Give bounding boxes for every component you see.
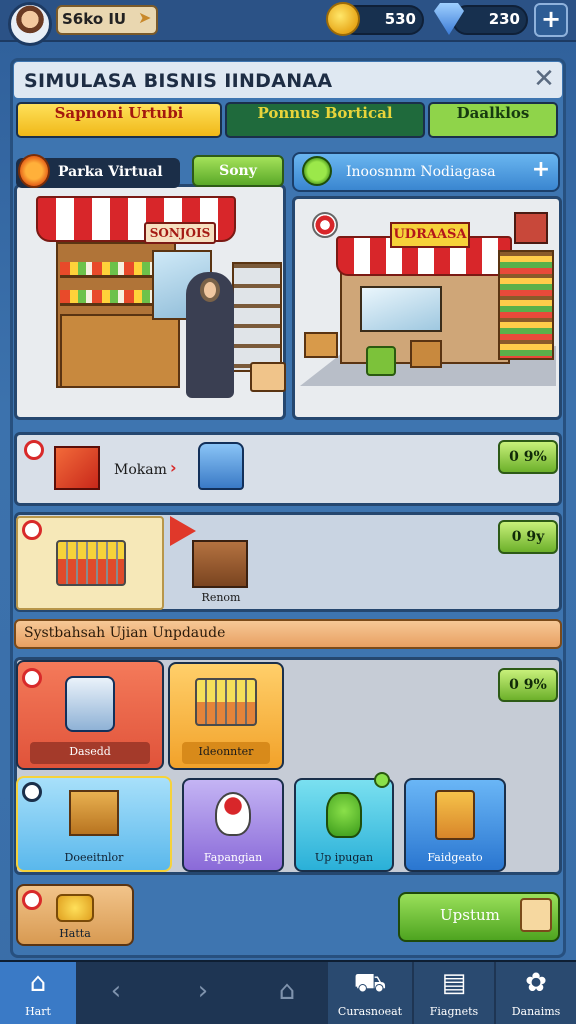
tab-1[interactable]: Sapnoni Urtubi — [16, 102, 222, 138]
vendor-face — [200, 278, 220, 302]
nav-label: Hart — [25, 1005, 51, 1018]
arrow-left-icon: ‹ — [110, 976, 122, 1006]
progress-percent: 0 9% — [498, 668, 558, 702]
nav-home[interactable]: ⌂ Hart — [0, 962, 76, 1024]
produce-crate — [410, 340, 442, 368]
nav-label: Fiagnets — [429, 1005, 479, 1018]
stall-sign: SONJOIS — [144, 222, 216, 244]
player-name: S6ko IU — [62, 10, 127, 28]
store-sign: UDRAASA — [390, 222, 470, 248]
bread-icon — [56, 894, 94, 922]
notification-dot — [374, 772, 390, 788]
nav-house[interactable]: ⌂ — [248, 962, 326, 1024]
basket-icon — [250, 362, 286, 392]
stall-action-button[interactable]: Sony — [192, 155, 284, 187]
row-badge — [24, 440, 44, 460]
arrow-right-icon: › — [170, 458, 177, 477]
gem-value: 230 — [488, 10, 520, 28]
shopping-cart-icon — [195, 678, 257, 726]
panel-title: SIMULASA BISNIS IINDANAA — [24, 70, 333, 92]
upgrade-button-label: Upstum — [440, 906, 500, 924]
produce-crate — [304, 332, 338, 358]
home-icon: ⌂ — [29, 968, 47, 998]
tile-label: Dasedd — [30, 742, 150, 764]
tile-label: Doeeitnlor — [64, 851, 124, 864]
produce-rack — [232, 262, 282, 372]
upgrade-banner-text: Systbahsah Ujian Unpdaude — [24, 625, 226, 641]
add-store-button[interactable]: + — [528, 158, 554, 184]
tile-badge — [22, 782, 42, 802]
tile-label: Up ipugan — [314, 851, 374, 864]
row-label: Mokam — [114, 462, 167, 478]
machine-icon — [65, 676, 115, 732]
crate-label: Renom — [201, 591, 241, 604]
player-arrow-icon[interactable]: ➤ — [138, 8, 154, 30]
smiley-icon — [302, 156, 332, 186]
crate-icon — [192, 540, 248, 588]
house-outline-icon: ⌂ — [278, 976, 296, 1006]
nav-achievements[interactable]: ✿ Danaims — [496, 962, 576, 1024]
stall-counter — [60, 314, 180, 388]
barrel-icon — [366, 346, 396, 376]
tile-label: Ideonnter — [182, 742, 270, 764]
store-window — [360, 286, 442, 332]
nav-back[interactable]: ‹ — [78, 962, 154, 1024]
truck-icon: ⛟ — [353, 968, 387, 998]
shopping-cart-icon — [56, 540, 126, 586]
gift-box-icon — [514, 212, 548, 244]
tile-badge — [22, 668, 42, 688]
raw-material-box-icon — [54, 446, 100, 490]
nav-stats[interactable]: ▤ Fiagnets — [414, 962, 494, 1024]
progress-percent: 0 9y — [498, 520, 558, 554]
map-pin-icon — [312, 212, 338, 238]
coin-value: 530 — [384, 10, 416, 28]
tile-label: Fapangian — [203, 851, 263, 864]
upgrade-tile-bag[interactable]: Faidgeato — [404, 778, 506, 872]
nav-label: Danaims — [511, 1005, 561, 1018]
gift-icon: ✿ — [525, 968, 547, 998]
nav-label: Curasnoeat — [337, 1005, 403, 1018]
progress-percent: 0 9% — [498, 440, 558, 474]
tile-badge — [22, 890, 42, 910]
arrow-right-icon: › — [197, 976, 209, 1006]
coin-icon — [326, 2, 360, 36]
upgrade-tile-cart[interactable]: Ideonnter — [168, 662, 284, 770]
store-header-label: Inoosnnm Nodiagasa — [346, 164, 496, 180]
box-icon — [69, 790, 119, 836]
shopping-bag-icon — [435, 790, 475, 840]
tab-3[interactable]: Daalklos — [428, 102, 558, 138]
add-currency-button[interactable]: + — [534, 3, 568, 37]
upgrade-tile-robot[interactable]: Fapangian — [182, 778, 284, 872]
nav-forward[interactable]: › — [160, 962, 246, 1024]
tile-label: Faidgeato — [427, 851, 483, 864]
robot-icon — [215, 792, 251, 836]
tab-2[interactable]: Ponnus Bortical — [225, 102, 425, 138]
tile-label: Hatta — [59, 927, 91, 940]
player-avatar[interactable] — [8, 2, 52, 46]
row-badge — [22, 520, 42, 540]
chart-board-icon: ▤ — [441, 968, 467, 998]
gift-icon — [520, 898, 552, 932]
upgrade-tile-mascot[interactable]: Up ipugan — [294, 778, 394, 872]
nav-community[interactable]: ⛟ Curasnoeat — [328, 962, 412, 1024]
machine-icon — [198, 442, 244, 490]
mascot-icon — [326, 792, 362, 838]
stall-label: Parka Virtual — [58, 164, 163, 180]
store-shelf — [498, 250, 554, 360]
close-button[interactable]: ✕ — [530, 64, 558, 94]
carrot-icon — [18, 154, 50, 188]
